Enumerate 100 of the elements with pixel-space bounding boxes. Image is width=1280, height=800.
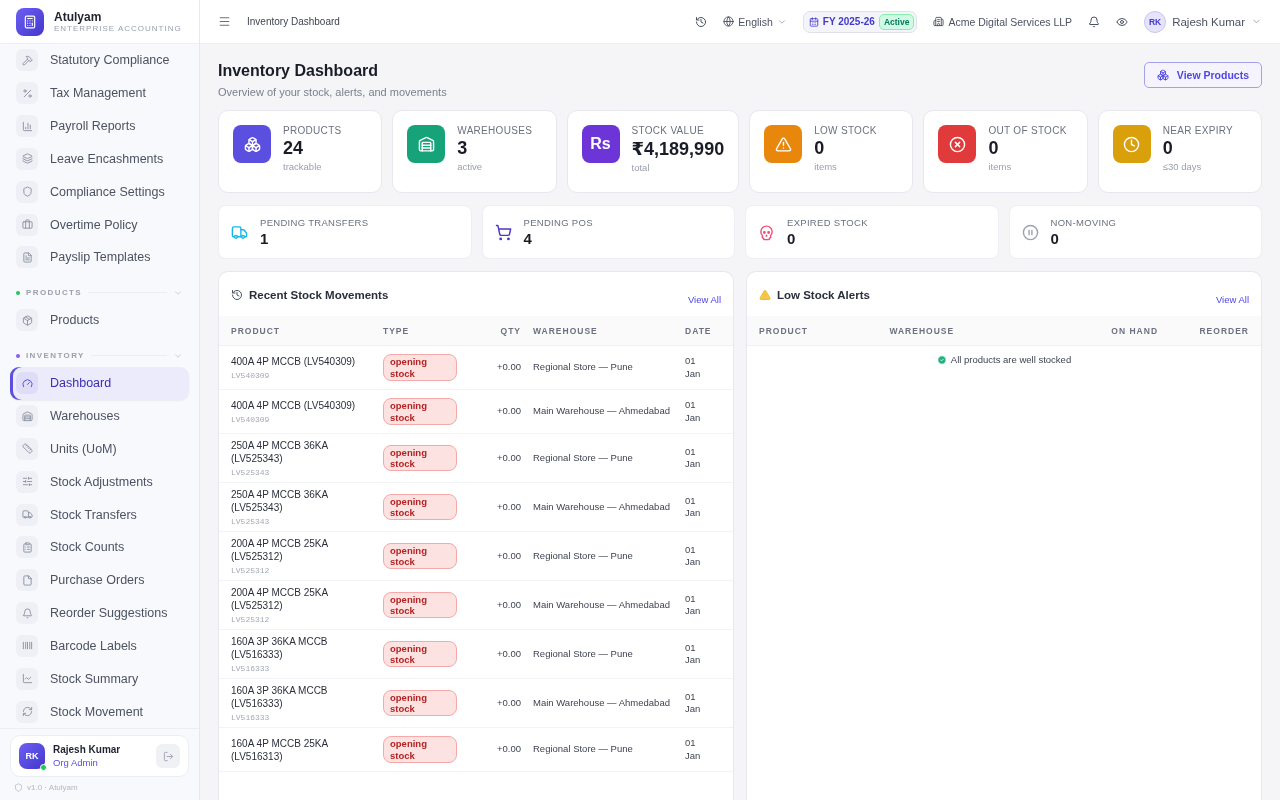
fiscal-year-select[interactable]: FY 2025-26 Active <box>802 10 918 33</box>
sidebar-item[interactable]: Units (UoM) <box>10 432 189 466</box>
company-select[interactable]: Acme Digital Services LLP <box>933 15 1073 28</box>
warehouse-cell-text: Regional Store — Pune <box>533 647 634 661</box>
stat-value: ₹4,189,990 <box>631 138 725 160</box>
sidebar-item[interactable]: Statutory Compliance <box>10 44 189 77</box>
stat-label: EXPIRED STOCK <box>787 217 868 228</box>
sidebar-item[interactable]: Stock Transfers <box>10 498 189 531</box>
building-icon <box>933 16 945 27</box>
nav-icon <box>21 153 33 165</box>
sidebar-item[interactable]: Stock Movement <box>10 695 189 728</box>
stat-note: items <box>814 161 838 172</box>
nav-icon <box>21 443 33 455</box>
product-sku: LV540309 <box>231 415 271 424</box>
date-cell-text: 01 Jan <box>685 641 702 667</box>
product-sku: LV525312 <box>231 615 271 624</box>
brand-tagline: ENTERPRISE ACCOUNTING <box>54 24 182 33</box>
nav-icon <box>21 410 33 422</box>
warehouse-cell-text: Regional Store — Pune <box>533 451 634 465</box>
warehouse-cell-text: Main Warehouse — Ahmedabad <box>533 405 671 418</box>
sidebar-item[interactable]: Reorder Suggestions <box>10 596 189 630</box>
page-title: Inventory Dashboard <box>218 62 380 80</box>
stat-note: active <box>457 161 484 172</box>
product-name: 250A 4P MCCB 36KA (LV525343) <box>231 488 329 514</box>
calendar-icon <box>808 16 819 27</box>
empty-message: All products are well stocked <box>950 354 1072 365</box>
history-icon[interactable] <box>695 15 708 28</box>
warning-icon <box>759 289 771 301</box>
type-tag: opening stock <box>383 493 457 521</box>
eye-icon[interactable] <box>1116 15 1129 28</box>
stat-note: trackable <box>283 161 323 172</box>
qty-cell-text: +0.00 <box>495 361 521 374</box>
qty-cell-text: +0.00 <box>495 549 521 563</box>
date-cell-text: 01 Jan <box>685 494 702 520</box>
product-sku: LV525343 <box>231 517 271 526</box>
sidebar-item[interactable]: Barcode Labels <box>10 629 189 663</box>
stat-value: 3 <box>457 138 469 159</box>
sidebar-item[interactable]: Purchase Orders <box>10 563 189 597</box>
nav-icon <box>21 252 33 263</box>
view-products-button[interactable]: View Products <box>1143 62 1262 88</box>
warehouse-cell-text: Regional Store — Pune <box>533 549 634 563</box>
logout-icon <box>162 750 174 762</box>
sidebar-item[interactable]: Stock Counts <box>10 530 189 564</box>
user-menu[interactable]: RK Rajesh Kumar <box>1144 10 1262 33</box>
nav-icon <box>21 574 33 586</box>
stat-label: PRODUCTS <box>283 125 342 136</box>
sidebar-item[interactable]: Dashboard <box>10 366 189 400</box>
user-name: Rajesh Kumar <box>53 744 122 755</box>
user-avatar: RK <box>19 743 45 769</box>
currency-icon: Rs <box>581 125 620 163</box>
date-cell-text: 01 Jan <box>685 445 702 471</box>
view-all-link[interactable]: View All <box>1215 293 1249 305</box>
sidebar-item[interactable]: Compliance Settings <box>10 175 189 209</box>
type-tag: opening stock <box>383 640 457 668</box>
stat-label: LOW STOCK <box>814 125 877 136</box>
sidebar-item[interactable]: Payslip Templates <box>10 241 189 274</box>
stat-label: PENDING POS <box>523 217 593 228</box>
sidebar-item[interactable]: Products <box>10 303 189 337</box>
sidebar-item[interactable]: Stock Adjustments <box>10 465 189 499</box>
bell-icon[interactable] <box>1088 15 1101 28</box>
qty-cell-text: +0.00 <box>495 500 521 514</box>
warehouse-cell-text: Main Warehouse — Ahmedabad <box>533 500 671 514</box>
type-tag: opening stock <box>383 689 457 717</box>
date-cell-text: 01 Jan <box>685 543 702 569</box>
stat-value: 0 <box>988 138 1000 159</box>
nav-icon <box>21 706 33 718</box>
nav-icon <box>21 314 33 326</box>
globe-icon <box>723 16 735 27</box>
column-header: TYPE <box>383 325 411 336</box>
view-all-link[interactable]: View All <box>687 293 721 305</box>
boxes-icon <box>1156 69 1169 81</box>
qty-cell-text: +0.00 <box>495 405 521 418</box>
sidebar-item[interactable]: Stock Summary <box>10 662 189 696</box>
column-header: ON HAND <box>1110 325 1159 336</box>
panel-title: Low Stock Alerts <box>777 289 870 301</box>
sidebar-item[interactable]: Tax Management <box>10 76 189 110</box>
warehouse-cell-text: Regional Store — Pune <box>533 743 634 756</box>
product-name: 250A 4P MCCB 36KA (LV525343) <box>231 439 329 465</box>
sidebar-item[interactable]: Payroll Reports <box>10 109 189 143</box>
check-icon <box>936 354 947 365</box>
menu-icon[interactable] <box>218 15 231 28</box>
sidebar-item[interactable]: Leave Encashments <box>10 142 189 176</box>
language-select[interactable]: English <box>723 15 787 28</box>
product-sku: LV516333 <box>231 664 271 673</box>
user-role: Org Admin <box>53 757 99 768</box>
type-tag: opening stock <box>383 398 457 425</box>
version-text: v1.0 · Atulyam <box>27 783 78 792</box>
type-tag: opening stock <box>383 736 457 763</box>
stat-value: 0 <box>1050 230 1060 247</box>
product-name: 200A 4P MCCB 25KA (LV525312) <box>231 586 329 612</box>
sidebar-item[interactable]: Overtime Policy <box>10 208 189 242</box>
product-name: 200A 4P MCCB 25KA (LV525312) <box>231 537 329 563</box>
nav-icon <box>21 509 33 521</box>
warehouse-cell-text: Main Warehouse — Ahmedabad <box>533 598 671 612</box>
product-name: 400A 4P MCCB (LV540309) <box>231 399 357 412</box>
sidebar-item[interactable]: Warehouses <box>10 399 189 433</box>
nav-icon <box>21 377 33 389</box>
nav-icon <box>21 476 33 488</box>
stat-label: STOCK VALUE <box>631 125 705 136</box>
qty-cell-text: +0.00 <box>495 743 521 756</box>
